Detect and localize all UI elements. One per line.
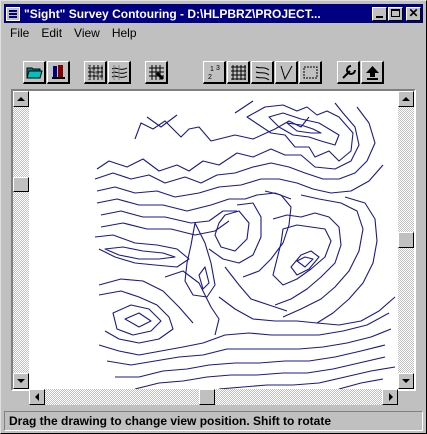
contour-line: [98, 290, 174, 344]
contour-lines-button[interactable]: [251, 61, 274, 84]
contour-line: [218, 296, 396, 326]
open-button[interactable]: [23, 61, 46, 84]
svg-text:2: 2: [208, 74, 212, 81]
app-icon[interactable]: [6, 6, 20, 21]
left-scroll-down-button[interactable]: [13, 373, 29, 389]
svg-text:3: 3: [216, 65, 220, 72]
left-scroll-thumb[interactable]: [13, 177, 29, 192]
status-text: Drag the drawing to change view position…: [9, 414, 332, 428]
contour-map[interactable]: [39, 99, 396, 390]
contour-line: [100, 220, 230, 236]
contour-drawing[interactable]: [39, 99, 396, 390]
maximize-button[interactable]: [388, 6, 403, 21]
scroll-down-icon: [402, 379, 410, 383]
contour-line: [106, 328, 392, 366]
right-scroll-down-button[interactable]: [398, 373, 414, 389]
contour-line: [296, 256, 314, 268]
selection-button[interactable]: [299, 61, 322, 84]
horizontal-scrollbar[interactable]: [29, 389, 398, 405]
app-window: "Sight" Survey Contouring - D:\HLPBRZ\PR…: [0, 0, 427, 434]
contour-line: [290, 250, 320, 276]
svg-text:1: 1: [210, 66, 214, 73]
numbers-button[interactable]: 132: [203, 61, 226, 84]
save-icon: [51, 65, 65, 79]
numbers-icon: 1 32: [208, 65, 220, 81]
title-bar[interactable]: "Sight" Survey Contouring - D:\HLPBRZ\PR…: [4, 4, 423, 23]
menu-edit[interactable]: Edit: [35, 26, 68, 40]
lines-icon: [280, 65, 292, 80]
upload-button[interactable]: [361, 61, 384, 84]
wrench-icon: [341, 64, 356, 79]
contour-line: [218, 366, 396, 390]
scroll-right-button[interactable]: [382, 389, 398, 405]
left-vertical-scrollbar[interactable]: [13, 91, 29, 389]
contour-line: [234, 100, 254, 114]
left-scroll-up-button[interactable]: [13, 91, 29, 107]
open-folder-icon: [25, 67, 43, 79]
settings-button[interactable]: [337, 61, 360, 84]
grid-pattern-button[interactable]: [227, 61, 250, 84]
contour-line: [146, 114, 178, 128]
maximize-icon: [391, 8, 400, 17]
right-scroll-up-button[interactable]: [398, 91, 414, 107]
menu-view[interactable]: View: [68, 26, 106, 40]
selection-rect-icon: [303, 66, 317, 78]
upload-icon: [365, 65, 379, 80]
contour-icon: [111, 64, 127, 80]
scroll-left-icon: [35, 393, 39, 401]
lines-button[interactable]: [275, 61, 298, 84]
scroll-down-icon: [17, 379, 25, 383]
contour-line: [214, 210, 250, 252]
grid-mesh-icon: [87, 64, 103, 80]
scroll-left-button[interactable]: [29, 389, 45, 405]
contour-line: [96, 192, 292, 212]
menu-help[interactable]: Help: [106, 26, 143, 40]
contour-line: [96, 164, 384, 198]
contour-line: [112, 304, 162, 336]
contour-line: [338, 378, 384, 390]
close-icon: ✕: [408, 5, 419, 20]
scroll-up-icon: [402, 97, 410, 101]
contour-line: [134, 356, 386, 390]
contour-line: [164, 270, 220, 336]
grid-edit-icon: [148, 64, 164, 80]
minimize-icon: [376, 15, 383, 18]
contour-lines-icon: [255, 66, 269, 80]
close-button[interactable]: ✕: [406, 5, 421, 21]
scroll-right-icon: [389, 393, 393, 401]
grid-mesh-button[interactable]: [84, 61, 107, 84]
grid-edit-button[interactable]: [145, 61, 168, 84]
save-button[interactable]: [47, 61, 70, 84]
horizontal-scroll-thumb[interactable]: [199, 389, 215, 405]
scroll-up-icon: [17, 97, 25, 101]
right-vertical-scrollbar[interactable]: [398, 91, 414, 389]
minimize-button[interactable]: [372, 6, 387, 21]
grid-pattern-icon: [230, 64, 246, 80]
toolbar: 132: [4, 59, 423, 91]
menu-file[interactable]: File: [4, 26, 35, 40]
menu-bar: File Edit View Help: [4, 24, 143, 42]
contour-line: [282, 194, 364, 318]
window-title: "Sight" Survey Contouring - D:\HLPBRZ\PR…: [24, 6, 321, 21]
contour-line: [286, 122, 322, 134]
contour-line: [268, 112, 340, 146]
right-scroll-thumb[interactable]: [398, 232, 414, 248]
status-bar: Drag the drawing to change view position…: [4, 411, 423, 431]
contour-line: [124, 312, 152, 328]
contour-line: [100, 210, 237, 224]
contour-line: [98, 278, 194, 324]
contour-button[interactable]: [108, 61, 131, 84]
